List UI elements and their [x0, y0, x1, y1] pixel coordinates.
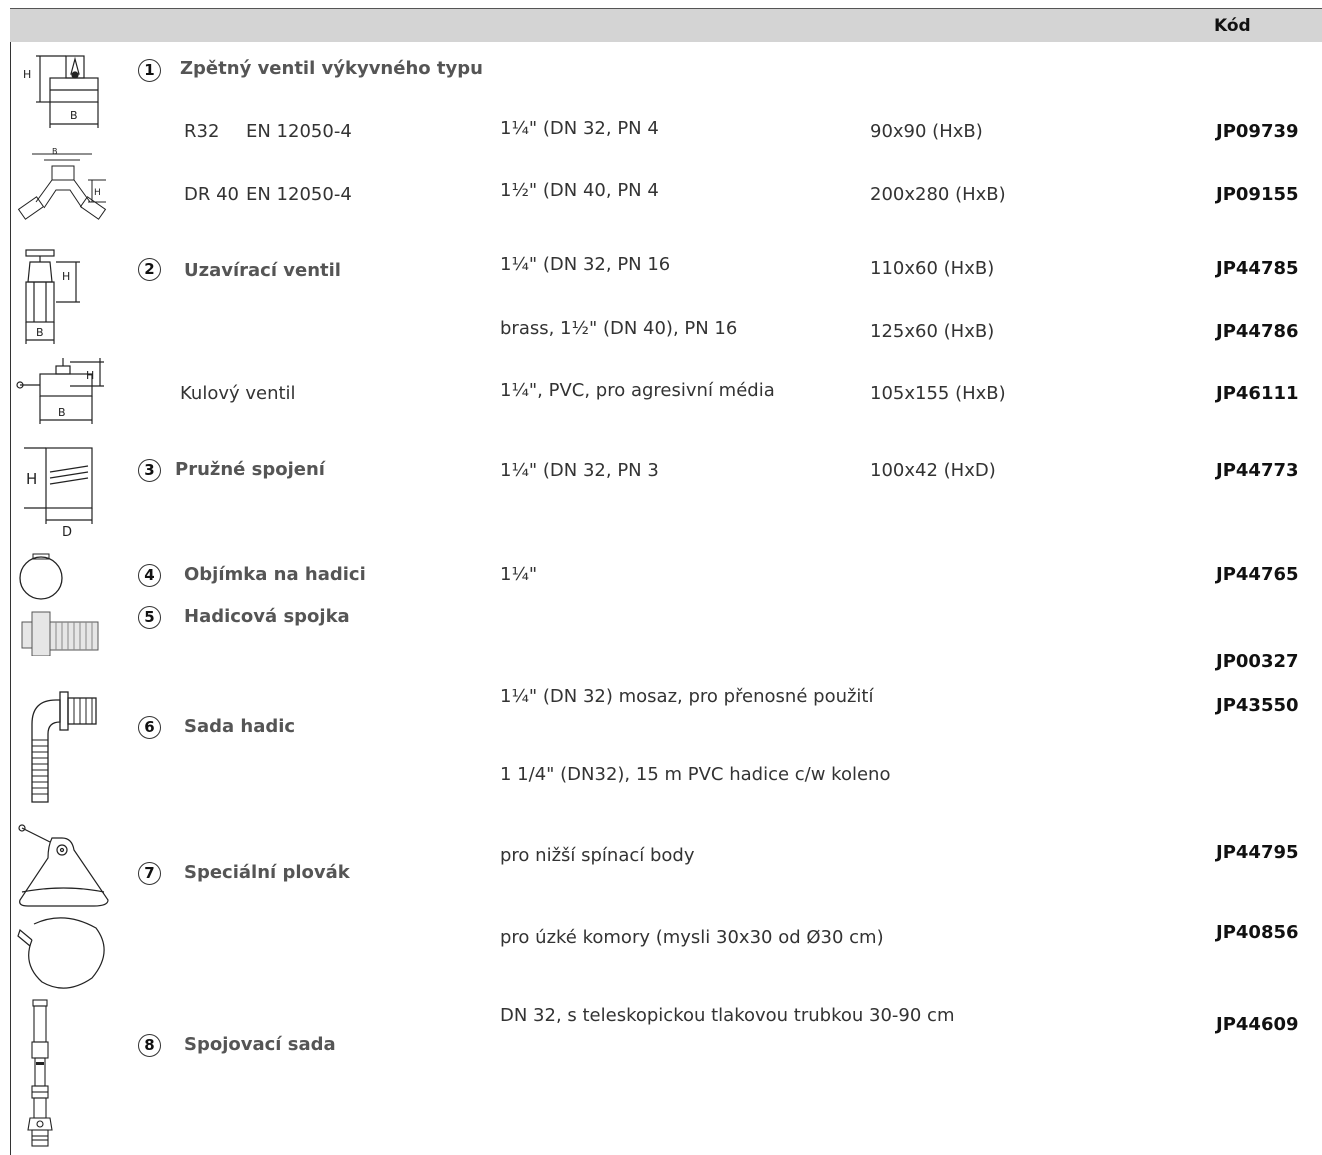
- check-valve-size: 200x280 (HxB): [870, 184, 1006, 205]
- gate-valve-spec: 1¼" (DN 32, PN 16: [500, 254, 671, 275]
- product-code: JP44765: [1216, 564, 1299, 585]
- special-float-spec: pro úzké komory (mysli 30x30 od Ø30 cm): [500, 927, 884, 948]
- svg-text:B: B: [36, 326, 44, 339]
- svg-text:B: B: [58, 406, 66, 419]
- product-code: JP09739: [1216, 121, 1299, 142]
- hose-coupling-icon: [20, 604, 100, 656]
- item-title-special-float: Speciální plovák: [184, 862, 350, 883]
- gate-valve-size: 125x60 (HxB): [870, 321, 995, 342]
- connection-set-spec: DN 32, s teleskopickou tlakovou trubkou …: [500, 1005, 955, 1026]
- product-code: JP09155: [1216, 184, 1299, 205]
- svg-text:H: H: [62, 270, 70, 283]
- flexible-joint-spec: 1¼" (DN 32, PN 3: [500, 460, 659, 481]
- special-float-icon: [14, 820, 114, 910]
- check-valve-model: R32: [184, 121, 220, 142]
- check-valve-size: 90x90 (HxB): [870, 121, 983, 142]
- item-number-badge: 4: [138, 564, 161, 587]
- check-valve-spec: 1¼" (DN 32, PN 4: [500, 118, 659, 139]
- check-valve-standard: EN 12050-4: [246, 184, 352, 205]
- item-number-badge: 1: [138, 59, 161, 82]
- item-title-gate-valve: Uzavírací ventil: [184, 260, 341, 281]
- ball-valve-size: 105x155 (HxB): [870, 383, 1006, 404]
- flexible-joint-size: 100x42 (HxD): [870, 460, 996, 481]
- product-code: JP40856: [1216, 922, 1299, 943]
- item-title-flexible-joint: Pružné spojení: [175, 459, 325, 480]
- item-title-hose-clamp: Objímka na hadici: [184, 564, 366, 585]
- special-float-spec: pro nižší spínací body: [500, 845, 695, 866]
- product-code: JP44785: [1216, 258, 1299, 279]
- check-valve-spec: 1½" (DN 40, PN 4: [500, 180, 659, 201]
- item-title-check-valve: Zpětný ventil výkyvného typu: [180, 58, 483, 79]
- hose-set-icon: [20, 686, 100, 806]
- left-border: [10, 8, 11, 1155]
- product-code: JP44609: [1216, 1014, 1299, 1035]
- item-number-badge: 6: [138, 716, 161, 739]
- gate-valve-size: 110x60 (HxB): [870, 258, 995, 279]
- check-valve-model: DR 40: [184, 184, 239, 205]
- item-number-badge: 7: [138, 862, 161, 885]
- angle-check-valve-drawing-icon: B H: [16, 146, 110, 222]
- svg-text:B: B: [70, 109, 78, 122]
- hose-set-spec: 1 1/4" (DN32), 15 m PVC hadice c/w kolen…: [500, 764, 891, 785]
- product-code: JP46111: [1216, 383, 1299, 404]
- product-code: JP44773: [1216, 460, 1299, 481]
- product-code: JP43550: [1216, 695, 1299, 716]
- svg-text:H: H: [86, 369, 94, 382]
- svg-text:B: B: [52, 147, 58, 156]
- item-title-hose-set: Sada hadic: [184, 716, 296, 737]
- svg-text:H: H: [94, 188, 101, 198]
- item-number-badge: 5: [138, 606, 161, 629]
- item-number-badge: 2: [138, 258, 161, 281]
- connection-set-icon: [22, 998, 58, 1148]
- product-code: JP00327: [1216, 651, 1299, 672]
- svg-text:H: H: [26, 470, 37, 488]
- hose-clamp-icon: [16, 550, 66, 602]
- hose-set-spec: 1¼" (DN 32) mosaz, pro přenosné použití: [500, 686, 874, 707]
- item-number-badge: 3: [138, 459, 161, 482]
- product-code: JP44795: [1216, 842, 1299, 863]
- hose-clamp-spec: 1¼": [500, 564, 538, 585]
- item-title-hose-coupling: Hadicová spojka: [184, 606, 350, 627]
- gate-valve-drawing-icon: H B: [20, 246, 100, 346]
- flexible-joint-drawing-icon: H D: [20, 442, 96, 538]
- table-header: Kód: [10, 8, 1322, 42]
- ball-valve-drawing-icon: H B: [14, 354, 108, 426]
- narrow-chamber-float-icon: [14, 912, 114, 992]
- code-column-header: Kód: [1214, 16, 1251, 36]
- item-title-connection-set: Spojovací sada: [184, 1034, 336, 1055]
- ball-valve-spec: 1¼", PVC, pro agresivní média: [500, 380, 775, 401]
- check-valve-drawing-icon: H B: [18, 48, 110, 128]
- gate-valve-spec: brass, 1½" (DN 40), PN 16: [500, 318, 738, 339]
- svg-text:H: H: [23, 68, 31, 81]
- check-valve-standard: EN 12050-4: [246, 121, 352, 142]
- ball-valve-label: Kulový ventil: [180, 383, 296, 404]
- svg-text:D: D: [62, 525, 72, 538]
- product-sheet: Kód H B B H H B H B H D 1 Zpětný ventil …: [0, 0, 1322, 1155]
- item-number-badge: 8: [138, 1034, 161, 1057]
- product-code: JP44786: [1216, 321, 1299, 342]
